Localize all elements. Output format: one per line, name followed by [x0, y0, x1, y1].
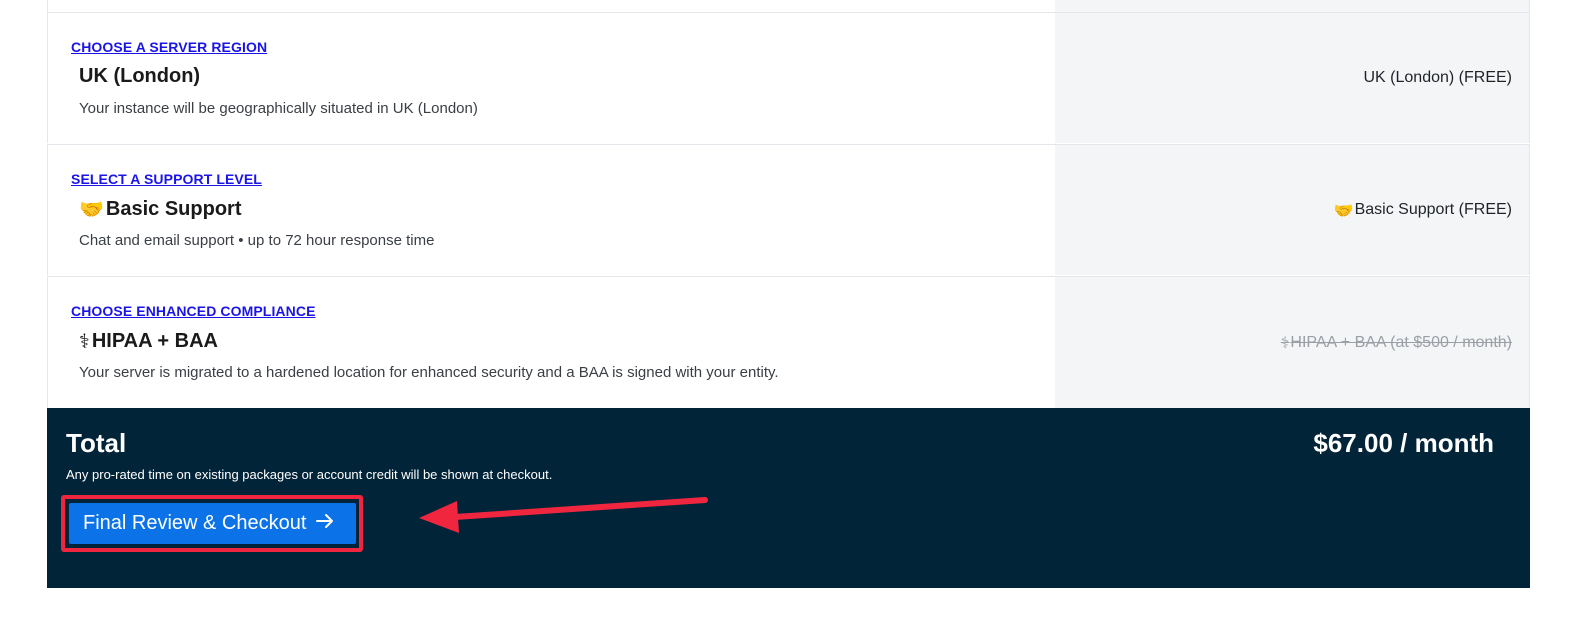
choose-enhanced-compliance-link[interactable]: CHOOSE ENHANCED COMPLIANCE	[71, 303, 316, 319]
medical-caduceus-icon: ⚕	[79, 329, 90, 353]
select-support-level-link[interactable]: SELECT A SUPPORT LEVEL	[71, 171, 262, 187]
total-price: $67.00 / month	[1313, 428, 1494, 458]
support-level-row: SELECT A SUPPORT LEVEL 🤝 Basic Support C…	[47, 144, 1530, 275]
handshake-icon: 🤝	[79, 197, 104, 221]
annotation-arrow-icon	[415, 490, 715, 545]
support-level-summary-cell: 🤝 Basic Support (FREE)	[1055, 145, 1530, 275]
total-panel: Total Any pro-rated time on existing pac…	[47, 408, 1530, 588]
support-level-title: 🤝 Basic Support	[79, 197, 241, 221]
server-region-summary-cell: UK (London) (FREE)	[1055, 13, 1530, 143]
checkout-button-label: Final Review & Checkout	[83, 512, 307, 534]
compliance-summary: ⚕ HIPAA + BAA (at $500 / month)	[1281, 277, 1512, 408]
compliance-row: CHOOSE ENHANCED COMPLIANCE ⚕ HIPAA + BAA…	[47, 276, 1530, 408]
server-region-summary-text: UK (London) (FREE)	[1363, 69, 1513, 86]
support-level-summary: 🤝 Basic Support (FREE)	[1334, 145, 1512, 275]
compliance-option: CHOOSE ENHANCED COMPLIANCE ⚕ HIPAA + BAA…	[47, 277, 1055, 408]
server-region-title: UK (London)	[79, 65, 200, 88]
total-label: Total	[66, 428, 127, 458]
server-region-row: CHOOSE A SERVER REGION UK (London) Your …	[47, 12, 1530, 143]
total-note: Any pro-rated time on existing packages …	[66, 467, 553, 482]
server-region-description: Your instance will be geographically sit…	[79, 100, 478, 117]
compliance-description: Your server is migrated to a hardened lo…	[79, 364, 779, 381]
order-summary-table: CHOOSE A SERVER REGION UK (London) Your …	[47, 0, 1530, 588]
compliance-summary-cell: ⚕ HIPAA + BAA (at $500 / month)	[1055, 277, 1530, 408]
server-region-summary: UK (London) (FREE)	[1364, 13, 1513, 143]
support-level-summary-text: Basic Support (FREE)	[1354, 201, 1512, 218]
compliance-title: ⚕ HIPAA + BAA	[79, 329, 218, 353]
support-level-title-text: Basic Support	[105, 197, 242, 220]
server-region-option: CHOOSE A SERVER REGION UK (London) Your …	[47, 13, 1055, 143]
support-level-description: Chat and email support • up to 72 hour r…	[79, 232, 435, 249]
compliance-summary-text: HIPAA + BAA (at $500 / month)	[1290, 333, 1512, 351]
server-region-title-text: UK (London)	[79, 65, 201, 87]
handshake-icon: 🤝	[1333, 200, 1354, 220]
final-review-checkout-button[interactable]: Final Review & Checkout	[69, 503, 356, 544]
medical-caduceus-icon: ⚕	[1280, 333, 1290, 352]
arrow-right-icon	[315, 511, 335, 537]
support-level-option: SELECT A SUPPORT LEVEL 🤝 Basic Support C…	[47, 145, 1055, 275]
compliance-title-text: HIPAA + BAA	[91, 329, 218, 352]
choose-server-region-link[interactable]: CHOOSE A SERVER REGION	[71, 39, 267, 55]
